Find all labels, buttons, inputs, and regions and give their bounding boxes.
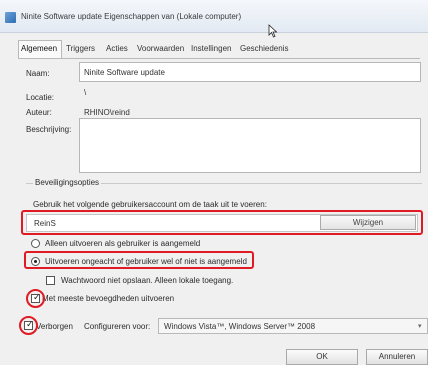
configure-for-value: Windows Vista™, Windows Server™ 2008 (164, 322, 316, 331)
author-label: Auteur: (26, 108, 52, 117)
tab-general[interactable]: Algemeen (21, 44, 57, 53)
tab-history[interactable]: Geschiedenis (240, 44, 288, 53)
name-field[interactable]: Ninite Software update (79, 62, 421, 82)
account-prompt: Gebruik het volgende gebruikersaccount o… (33, 200, 267, 209)
tab-actions[interactable]: Acties (106, 44, 128, 53)
description-label: Beschrijving: (26, 125, 72, 134)
tab-strip-divider (18, 58, 420, 59)
tab-conditions[interactable]: Voorwaarden (137, 44, 184, 53)
radio-only-logged-on[interactable] (31, 239, 40, 248)
highest-privileges-label: Met meeste bevoegdheden uitvoeren (42, 294, 175, 303)
radio-only-logged-on-label: Alleen uitvoeren als gebruiker is aangem… (45, 239, 201, 248)
security-options-title: Beveiligingsopties (33, 178, 102, 187)
highlight-hidden (19, 316, 38, 335)
tab-triggers[interactable]: Triggers (66, 44, 95, 53)
no-store-password-label: Wachtwoord niet opslaan. Alleen lokale t… (61, 276, 234, 285)
name-label: Naam: (26, 69, 50, 78)
ok-button[interactable]: OK (286, 349, 358, 365)
cancel-button[interactable]: Annuleren (366, 349, 428, 365)
hidden-label: Verborgen (36, 322, 73, 331)
location-value: \ (84, 88, 87, 97)
description-field[interactable] (79, 118, 421, 173)
checkbox-no-store-password[interactable] (46, 276, 55, 285)
window-title: Ninite Software update Eigenschappen van… (21, 12, 242, 21)
location-label: Locatie: (26, 93, 55, 102)
author-value: RHINO\reind (84, 108, 130, 117)
highlight-user-account (21, 210, 423, 235)
mouse-cursor-icon (268, 24, 278, 38)
highlight-run-whether (24, 251, 254, 269)
chevron-down-icon[interactable]: ▾ (418, 322, 422, 330)
highlight-highest-privileges (26, 289, 45, 308)
configure-for-label: Configureren voor: (84, 322, 151, 331)
task-scheduler-icon (5, 12, 16, 23)
tab-settings[interactable]: Instellingen (191, 44, 231, 53)
